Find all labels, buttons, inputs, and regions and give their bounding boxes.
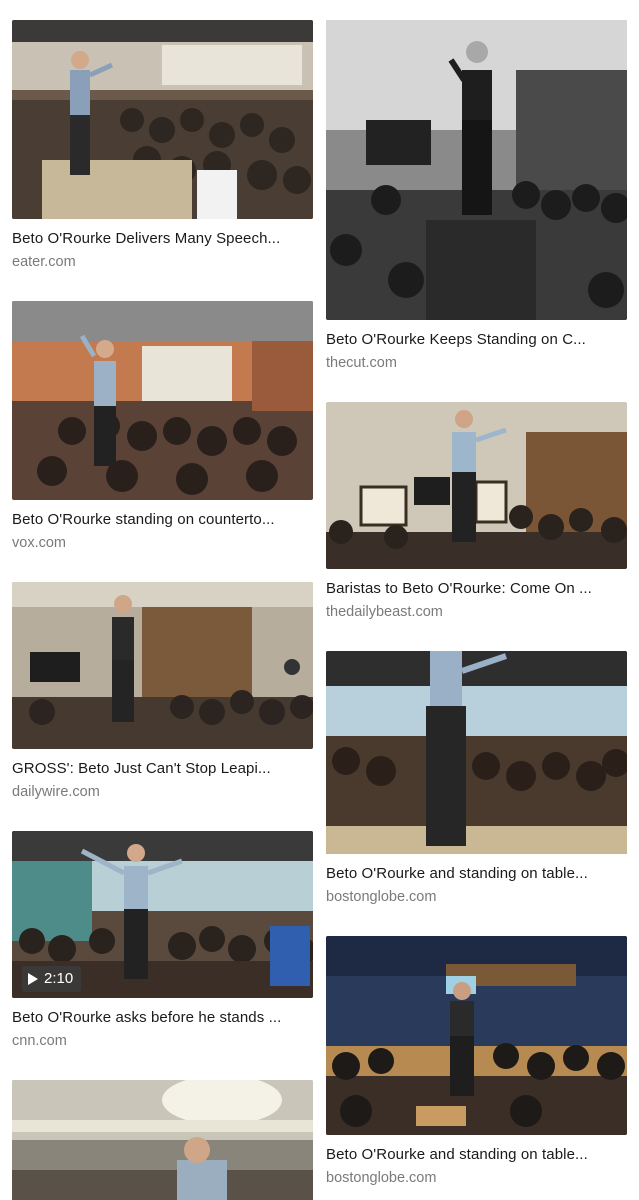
crowd-photo [326,936,627,1135]
crowd-photo [326,20,627,320]
results-column-left: Beto O'Rourke Delivers Many Speech... ea… [12,20,313,1200]
crowd-photo [326,402,627,569]
result-thumbnail[interactable] [12,20,313,219]
result-thumbnail[interactable] [12,582,313,749]
result-card[interactable]: Beto O'Rourke standing on counterto... v… [12,301,313,582]
video-duration: 2:10 [44,970,74,987]
result-title[interactable]: Beto O'Rourke and standing on table... [326,1135,627,1164]
play-icon [28,973,38,985]
result-card[interactable]: 2:10 Beto O'Rourke asks before he stands… [12,831,313,1080]
result-thumbnail[interactable]: 2:10 [12,831,313,998]
result-card[interactable]: Baristas to Beto O'Rourke: Come On ... t… [326,402,627,651]
result-card[interactable]: Beto O'Rourke and standing on table... b… [326,936,627,1200]
result-title[interactable]: Beto O'Rourke Delivers Many Speech... [12,219,313,248]
result-title[interactable]: Beto O'Rourke and standing on table... [326,854,627,883]
result-title[interactable]: Beto O'Rourke asks before he stands ... [12,998,313,1027]
result-title[interactable]: Beto O'Rourke Keeps Standing on C... [326,320,627,349]
result-source: vox.com [12,535,66,551]
result-title[interactable]: GROSS': Beto Just Can't Stop Leapi... [12,749,313,778]
result-source: eater.com [12,254,76,270]
result-source: bostonglobe.com [326,1170,437,1186]
video-duration-badge[interactable]: 2:10 [22,966,82,992]
crowd-photo [12,582,313,749]
result-thumbnail[interactable] [12,301,313,500]
results-column-right: Beto O'Rourke Keeps Standing on C... the… [326,20,627,1200]
result-source: thedailybeast.com [326,604,443,620]
result-source: cnn.com [12,1033,67,1049]
result-title[interactable]: Beto O'Rourke standing on counterto... [12,500,313,529]
result-source: thecut.com [326,355,397,371]
result-title[interactable]: Baristas to Beto O'Rourke: Come On ... [326,569,627,598]
crowd-photo [12,301,313,500]
result-source: dailywire.com [12,784,100,800]
result-thumbnail[interactable] [326,936,627,1135]
crowd-photo [12,20,313,219]
result-card[interactable]: Beto O'Rourke Delivers Many Speech... ea… [12,20,313,301]
crowd-photo [12,1080,313,1200]
result-thumbnail[interactable] [326,20,627,320]
result-thumbnail[interactable] [326,651,627,854]
result-card[interactable]: Beto O'Rourke Keeps Standing on C... the… [326,20,627,402]
result-thumbnail[interactable] [326,402,627,569]
result-source: bostonglobe.com [326,889,437,905]
result-card[interactable]: Beto O'Rourke and standing on table... b… [326,651,627,936]
result-thumbnail[interactable] [12,1080,313,1200]
result-card[interactable] [12,1080,313,1200]
result-card[interactable]: GROSS': Beto Just Can't Stop Leapi... da… [12,582,313,831]
crowd-photo [326,651,627,854]
